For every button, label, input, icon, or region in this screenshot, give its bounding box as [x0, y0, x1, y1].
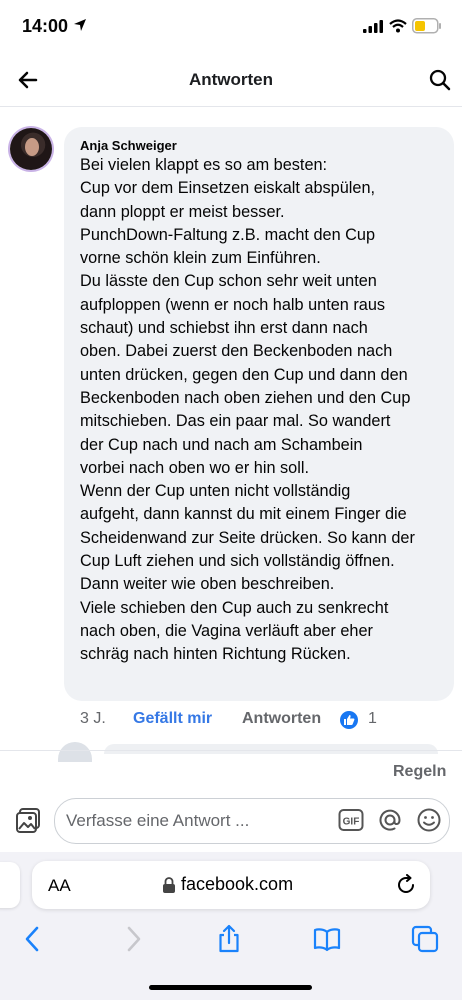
reload-icon[interactable] — [395, 874, 417, 896]
comment-line: der Cup nach und nach am Schambein — [80, 435, 363, 454]
comment-line: schräg nach hinten Richtung Rücken. — [80, 645, 351, 664]
at-icon[interactable] — [377, 807, 403, 833]
signal-icon — [363, 20, 383, 33]
text-size-button[interactable]: AA — [48, 876, 71, 896]
previous-tab[interactable] — [0, 862, 20, 908]
comment-line: schaut) und schiebst ihn erst dann nach — [80, 319, 368, 338]
comment-line: mitschieben. Das ein paar mal. So wander… — [80, 412, 391, 431]
comment-line: Scheidenwand zur Seite drücken. So kann … — [80, 528, 415, 547]
like-button[interactable]: Gefällt mir — [133, 710, 212, 728]
gif-icon[interactable]: GIF — [338, 808, 364, 832]
tabs-icon[interactable] — [410, 924, 440, 954]
reaction-count: 1 — [368, 710, 377, 727]
location-arrow-icon — [74, 19, 86, 31]
comment-line: Du lässte den Cup schon sehr weit unten — [80, 272, 377, 291]
comment-timestamp: 3 J. — [80, 710, 106, 727]
comment-line: vorbei nach oben wo er hin soll. — [80, 458, 309, 477]
comment-line: Bei vielen klappt es so am besten: — [80, 156, 328, 174]
comment-author[interactable]: Anja Schweiger — [80, 138, 177, 153]
photo-icon[interactable] — [14, 806, 42, 834]
page-title: Antworten — [188, 70, 274, 89]
comment-line: aufgeht, dann kannst du mit einem Finger… — [80, 505, 407, 524]
comment-line: Dann weiter wie oben beschreiben. — [80, 575, 335, 594]
url-text[interactable]: facebook.com — [181, 874, 293, 895]
wifi-icon — [389, 19, 407, 33]
gif-label: GIF — [343, 817, 360, 828]
comment-body: Bei vielen klappt es so am besten: Cup v… — [80, 154, 448, 667]
comment-line: aufploppen (wenn er noch halb unten raus — [80, 295, 386, 314]
comment-line: PunchDown-Faltung z.B. macht den Cup — [80, 225, 376, 244]
comment-line: Viele schieben den Cup auch zu senkrecht — [80, 598, 389, 617]
comment-line: dann ploppt er meist besser. — [80, 202, 285, 221]
avatar[interactable] — [10, 128, 52, 170]
status-time: 14:00 — [22, 16, 69, 36]
comment-line: unten drücken, gegen den Cup und dann de… — [80, 365, 408, 384]
comment-line: Cup vor dem Einsetzen eiskalt abspülen, — [80, 179, 376, 198]
chevron-left-icon[interactable] — [18, 924, 48, 954]
comment-line: vorne schön klein zum Einführen. — [80, 249, 321, 268]
reply-placeholder: Verfasse eine Antwort ... — [66, 811, 250, 830]
search-icon[interactable] — [428, 68, 452, 92]
lock-icon — [163, 877, 175, 893]
comment-line: Wenn der Cup unten nicht vollständig — [80, 482, 351, 501]
comment-line: nach oben, die Vagina verläuft aber eher — [80, 621, 373, 640]
divider — [0, 750, 462, 751]
like-icon[interactable] — [340, 711, 358, 729]
next-comment-avatar — [58, 742, 92, 762]
status-bar: 14:00 — [0, 0, 462, 54]
comment-line: Cup Luft ziehen und sich vollständig öff… — [80, 552, 395, 571]
share-icon[interactable] — [214, 924, 244, 954]
comment-line: Beckenboden nach oben ziehen und den Cup — [80, 388, 411, 407]
reply-button[interactable]: Antworten — [242, 710, 321, 728]
comment-line: oben. Dabei zuerst den Beckenboden nach — [80, 342, 393, 361]
bookmarks-icon[interactable] — [312, 924, 342, 954]
top-nav-bar: Antworten — [0, 54, 462, 107]
chevron-right-icon[interactable] — [118, 924, 148, 954]
next-comment-bubble — [104, 744, 438, 754]
battery-icon — [412, 18, 441, 34]
home-indicator — [149, 985, 312, 990]
emoji-icon[interactable] — [416, 807, 442, 833]
rules-link[interactable]: Regeln — [393, 763, 446, 781]
